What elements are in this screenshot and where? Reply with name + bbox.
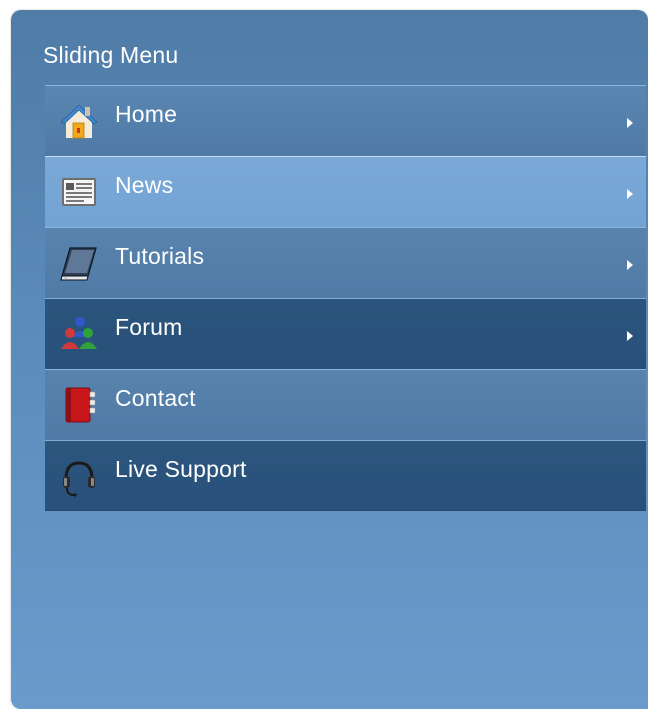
menu-item-live-support[interactable]: Live Support [45, 440, 646, 511]
sliding-menu-panel: Sliding Menu Home News Tutorials Forum C… [11, 10, 648, 709]
menu-item-contact[interactable]: Contact [45, 369, 646, 440]
menu-item-label: Live Support [115, 456, 247, 482]
chevron-right-icon [627, 189, 633, 199]
menu-item-label: Tutorials [115, 243, 205, 269]
users-icon [58, 313, 100, 355]
menu-item-label: News [115, 172, 174, 198]
menu-list: Home News Tutorials Forum Contact Live S… [45, 85, 646, 511]
menu-item-label: Forum [115, 314, 183, 340]
menu-item-forum[interactable]: Forum [45, 298, 646, 369]
home-icon [58, 100, 100, 142]
menu-item-label: Home [115, 101, 178, 127]
menu-item-home[interactable]: Home [45, 85, 646, 156]
headset-icon [58, 455, 100, 497]
chevron-right-icon [627, 331, 633, 341]
chevron-right-icon [627, 118, 633, 128]
book-icon [58, 242, 100, 284]
menu-item-label: Contact [115, 385, 196, 411]
menu-item-news[interactable]: News [45, 156, 646, 227]
address-book-icon [58, 384, 100, 426]
menu-title: Sliding Menu [43, 42, 179, 68]
newspaper-icon [58, 171, 100, 213]
chevron-right-icon [627, 260, 633, 270]
menu-item-tutorials[interactable]: Tutorials [45, 227, 646, 298]
